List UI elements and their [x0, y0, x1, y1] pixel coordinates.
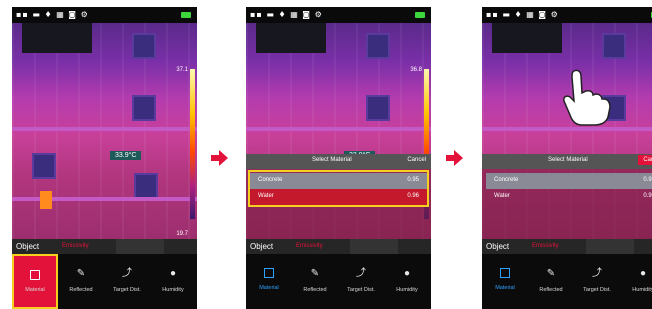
object-cell	[350, 239, 398, 254]
object-value: Emissivity	[62, 243, 89, 249]
drop-icon: ●	[403, 268, 411, 279]
target-dist-button[interactable]: ⤴ Target Dist.	[104, 254, 150, 309]
floor-line	[246, 127, 431, 131]
material-menu-header: Select Material Cancel	[246, 154, 431, 169]
drop-icon: ●	[169, 268, 177, 279]
reflected-button[interactable]: ✎ Reflected	[292, 254, 338, 309]
cancel-button[interactable]: Cancel	[402, 155, 431, 165]
object-bar: Object Emissivity	[482, 239, 652, 254]
bottom-toolbar: Material ✎ Reflected ⤴ Target Dist. ● Humid…	[246, 254, 431, 309]
material-button[interactable]: Material	[12, 254, 58, 309]
hand-pointer-icon	[563, 69, 611, 126]
floor-line	[12, 127, 197, 131]
menu-title: Select Material	[548, 157, 588, 163]
material-button[interactable]: Material	[482, 254, 528, 309]
status-bar: ▪▪ ▬ ♦ ▦ ◙ ⚙	[482, 7, 652, 23]
object-value: Emissivity	[532, 243, 559, 249]
curve-icon: ⤴	[356, 268, 366, 279]
tool-label: Material	[25, 287, 45, 293]
status-icons: ▪▪ ▬ ♦ ▦ ◙ ⚙	[250, 10, 323, 19]
sky-region	[22, 23, 92, 53]
material-button[interactable]: Material	[246, 254, 292, 309]
scale-max-label: 37.1	[176, 67, 188, 73]
bottom-toolbar: Material ✎ Reflected ⤴ Target Dist. ● Humid…	[482, 254, 652, 309]
tool-label: Humidity	[396, 287, 418, 293]
color-scale	[190, 69, 195, 219]
curve-icon: ⤴	[592, 268, 602, 279]
target-dist-button[interactable]: ⤴ Target Dist.	[338, 254, 384, 309]
square-icon	[500, 268, 510, 278]
tool-label: Reflected	[539, 287, 563, 293]
item-value: 0.95	[643, 177, 652, 183]
drop-icon: ●	[639, 268, 647, 279]
tool-label: Target Dist.	[113, 287, 141, 293]
curve-icon: ⤴	[122, 268, 132, 279]
tool-label: Material	[259, 285, 279, 291]
selection-highlight	[248, 170, 429, 207]
sky-region	[256, 23, 326, 53]
sky-region	[492, 23, 562, 53]
window	[134, 173, 158, 199]
object-cell	[116, 239, 164, 254]
object-bar: Object Emissivity	[246, 239, 431, 254]
window	[32, 153, 56, 179]
status-icons: ▪▪ ▬ ♦ ▦ ◙ ⚙	[16, 10, 89, 19]
spot-temperature: 33.9°C	[110, 151, 142, 160]
item-name: Water	[494, 193, 510, 199]
tool-label: Target Dist.	[583, 287, 611, 293]
bottom-toolbar: Material ✎ Reflected ⤴ Target Dist. ● Humid…	[12, 254, 197, 309]
window	[366, 95, 390, 121]
tool-label: Target Dist.	[347, 287, 375, 293]
thermal-image[interactable]: 37.1 19.7 33.9°C	[12, 23, 197, 239]
list-item[interactable]: Water 0.96	[486, 189, 652, 205]
tool-label: Humidity	[632, 287, 652, 293]
arrow-icon	[211, 150, 228, 166]
scale-min-label: 19.7	[176, 231, 188, 237]
window	[132, 33, 156, 59]
object-label: Object	[16, 242, 40, 251]
target-dist-button[interactable]: ⤴ Target Dist.	[574, 254, 620, 309]
square-icon	[30, 270, 40, 280]
tool-label: Humidity	[162, 287, 184, 293]
list-item[interactable]: Concrete 0.95	[486, 173, 652, 189]
arrow-icon	[446, 150, 463, 166]
pen-icon: ✎	[76, 268, 86, 279]
scale-max-label: 36.8	[410, 67, 422, 73]
window	[366, 33, 390, 59]
tool-label: Reflected	[69, 287, 93, 293]
item-value: 0.96	[643, 193, 652, 199]
status-bar: ▪▪ ▬ ♦ ▦ ◙ ⚙	[12, 7, 197, 23]
status-bar: ▪▪ ▬ ♦ ▦ ◙ ⚙	[246, 7, 431, 23]
screen-panel-2: ▪▪ ▬ ♦ ▦ ◙ ⚙ 36.8 33.9°C Select Material…	[246, 7, 431, 309]
tool-label: Reflected	[303, 287, 327, 293]
screen-panel-1: ▪▪ ▬ ♦ ▦ ◙ ⚙ 37.1 19.7 33.9°C Object Emi…	[12, 7, 197, 309]
material-menu-header: Select Material Cancel	[482, 154, 652, 169]
window	[132, 95, 156, 121]
window	[602, 33, 626, 59]
cancel-button[interactable]: Cancel	[638, 155, 652, 165]
floor-line	[482, 127, 652, 131]
object-cell	[586, 239, 634, 254]
pen-icon: ✎	[310, 268, 320, 279]
humidity-button[interactable]: ● Humidity	[620, 254, 652, 309]
reflected-button[interactable]: ✎ Reflected	[528, 254, 574, 309]
item-name: Concrete	[494, 177, 519, 183]
battery-icon	[415, 12, 425, 18]
square-icon	[264, 268, 274, 278]
hot-spot	[40, 191, 52, 209]
battery-icon	[181, 12, 191, 18]
object-value: Emissivity	[296, 243, 323, 249]
menu-title: Select Material	[312, 157, 352, 163]
object-bar: Object Emissivity	[12, 239, 197, 254]
status-icons: ▪▪ ▬ ♦ ▦ ◙ ⚙	[486, 10, 559, 19]
material-list: Concrete 0.95 Water 0.96	[482, 169, 652, 239]
object-label: Object	[486, 242, 510, 251]
object-label: Object	[250, 242, 274, 251]
screen-panel-3: ▪▪ ▬ ♦ ▦ ◙ ⚙ Select Material Cancel Conc…	[482, 7, 652, 309]
humidity-button[interactable]: ● Humidity	[384, 254, 430, 309]
reflected-button[interactable]: ✎ Reflected	[58, 254, 104, 309]
humidity-button[interactable]: ● Humidity	[150, 254, 196, 309]
tool-label: Material	[495, 285, 515, 291]
pen-icon: ✎	[546, 268, 556, 279]
